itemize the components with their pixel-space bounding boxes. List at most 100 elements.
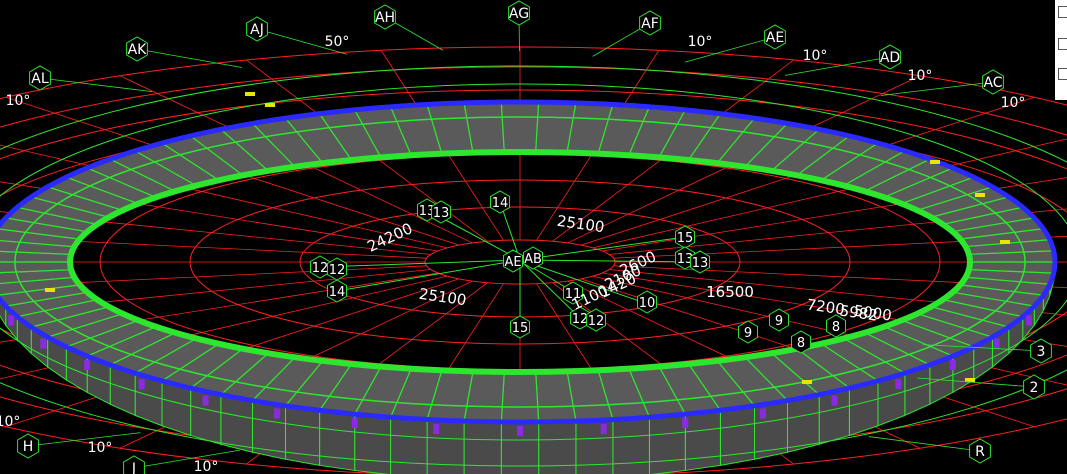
grid-axis-text: 8 xyxy=(832,320,840,335)
grid-axis-text: 14 xyxy=(492,196,509,211)
support-member xyxy=(351,418,358,429)
roof-skirt-panel xyxy=(354,413,392,474)
grid-axis-text: 12 xyxy=(329,263,346,278)
support-member xyxy=(8,315,15,326)
grid-axis-label[interactable]: 15 xyxy=(509,315,531,339)
roof-skirt-panel xyxy=(612,416,650,474)
grid-axis-text: AK xyxy=(128,42,148,58)
grid-axis-text: 12 xyxy=(572,312,589,327)
support-member xyxy=(433,424,440,435)
grid-axis-text: AG xyxy=(509,6,529,22)
support-member xyxy=(138,379,145,390)
3d-model-viewport[interactable]: ALAKAJAH AGAFAEADACHJR23AE AB14131312 12141… xyxy=(0,0,1067,474)
grid-axis-label[interactable]: 13 xyxy=(430,200,452,224)
grid-axis-label[interactable]: 3 xyxy=(1030,338,1052,364)
grid-axis-label[interactable]: AB xyxy=(522,246,544,270)
grid-axis-text: AE xyxy=(766,30,784,46)
grid-axis-label[interactable]: AL xyxy=(29,65,51,91)
angle-label: 10° xyxy=(1001,95,1026,111)
grid-axis-label[interactable]: AJ xyxy=(246,16,268,42)
roof-skirt-panel xyxy=(684,409,721,472)
grid-axis-label[interactable]: 15 xyxy=(674,225,696,249)
grid-axis-label[interactable]: AF xyxy=(639,10,661,36)
grid-axis-label[interactable]: J xyxy=(123,455,145,474)
grid-axis-label[interactable]: 9 xyxy=(737,320,759,344)
angle-label: 10° xyxy=(688,34,713,50)
grid-axis-text: AB xyxy=(524,252,542,267)
grid-axis-text: AF xyxy=(641,16,659,32)
roof-panel xyxy=(500,101,540,153)
grid-axis-label[interactable]: 13 xyxy=(689,250,711,274)
grid-axis-label[interactable]: AD xyxy=(879,44,901,70)
grid-axis-label[interactable]: AK xyxy=(126,36,148,62)
cable-line xyxy=(519,259,701,263)
highlight-mark xyxy=(45,288,55,292)
cube-icon[interactable] xyxy=(1058,38,1067,50)
grid-axis-text: 14 xyxy=(329,285,346,300)
angle-label: 10° xyxy=(0,414,20,430)
angle-label: 10° xyxy=(88,440,113,456)
grid-axis-text: H xyxy=(23,439,34,455)
grid-axis-label[interactable]: AE xyxy=(502,249,524,273)
grid-axis-text: AH xyxy=(375,10,395,26)
grid-axis-text: 3 xyxy=(1037,344,1046,360)
support-member xyxy=(202,395,209,406)
grid-axis-label[interactable]: 8 xyxy=(790,330,812,354)
highlight-mark xyxy=(930,160,940,164)
grid-axis-text: AD xyxy=(880,50,900,66)
support-member xyxy=(600,424,607,435)
support-member xyxy=(84,360,91,371)
grid-leader-line xyxy=(784,56,891,76)
grid-axis-label[interactable]: 12 xyxy=(309,255,331,279)
grid-axis-label[interactable]: 10 xyxy=(636,290,658,314)
grid-axis-text: AE xyxy=(504,255,521,270)
checkbox-icon[interactable] xyxy=(1058,6,1067,18)
grid-axis-label[interactable]: AC xyxy=(982,69,1004,95)
grid-axis-text: 13 xyxy=(692,256,709,271)
grid-axis-label[interactable]: 14 xyxy=(489,190,511,214)
grid-axis-text: AL xyxy=(31,71,49,87)
support-member xyxy=(993,338,1000,349)
layers-icon[interactable] xyxy=(1058,68,1067,80)
grid-axis-text: 2 xyxy=(1030,380,1039,396)
grid-axis-text: AJ xyxy=(250,22,264,38)
highlight-mark xyxy=(265,103,275,107)
angle-label: 10° xyxy=(908,68,933,84)
grid-axis-label[interactable]: 9 xyxy=(768,308,790,332)
highlight-mark xyxy=(802,380,812,384)
highlight-mark xyxy=(975,193,985,197)
support-member xyxy=(831,395,838,406)
grid-axis-label[interactable]: 12 xyxy=(585,308,607,332)
grid-axis-label[interactable]: AG xyxy=(508,0,530,26)
grid-axis-label[interactable]: AH xyxy=(374,4,396,30)
grid-axis-text: 10 xyxy=(639,296,656,311)
support-member xyxy=(682,418,689,429)
grid-axis-label[interactable]: 14 xyxy=(326,279,348,303)
grid-axis-text: 9 xyxy=(744,326,752,341)
grid-axis-text: 12 xyxy=(312,261,329,276)
grid-axis-label[interactable]: H xyxy=(17,433,39,459)
grid-leader-line xyxy=(136,48,242,68)
support-member xyxy=(895,379,902,390)
grid-axis-label[interactable]: AE xyxy=(764,24,786,50)
support-member xyxy=(40,338,47,349)
support-member xyxy=(759,408,766,419)
grid-axis-label[interactable]: R xyxy=(969,438,991,464)
roof-skirt-panel xyxy=(575,419,614,474)
roof-skirt-panel xyxy=(426,419,465,474)
roof-panel-layer xyxy=(0,101,1056,474)
roof-skirt-panel xyxy=(390,416,428,474)
grid-axis-label[interactable]: 2 xyxy=(1023,374,1045,400)
side-toolbar xyxy=(1055,0,1067,100)
dimension-label: 25100 xyxy=(556,212,606,236)
grid-axis-text: AC xyxy=(983,75,1002,91)
grid-axis-text: J xyxy=(131,461,136,474)
support-member xyxy=(1025,315,1032,326)
grid-axis-text: 12 xyxy=(588,314,605,329)
grid-axis-text: 15 xyxy=(677,231,694,246)
roof-skirt-panel xyxy=(719,405,756,466)
support-member xyxy=(517,426,523,436)
angle-label: 10° xyxy=(803,48,828,64)
grid-axis-label[interactable]: 12 xyxy=(326,257,348,281)
roof-panel xyxy=(500,371,540,423)
